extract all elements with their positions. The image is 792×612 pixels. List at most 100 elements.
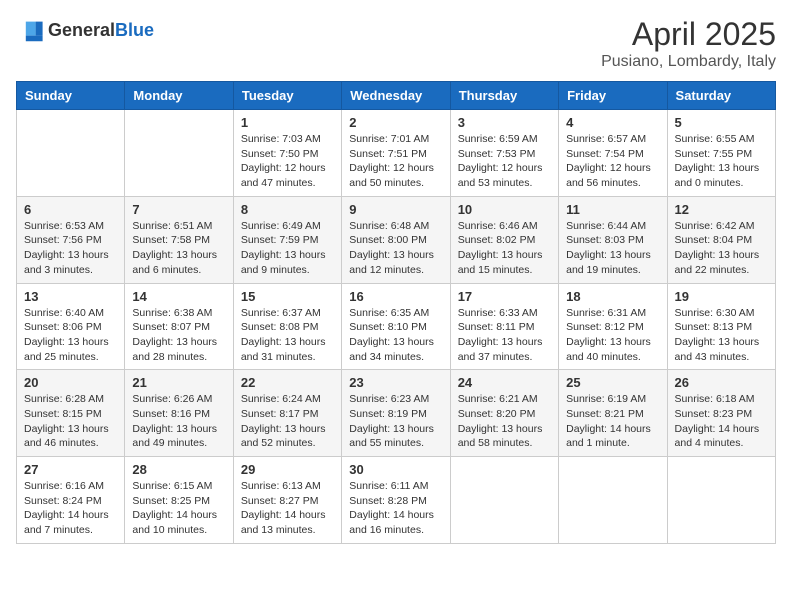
calendar-cell: 10 Sunrise: 6:46 AMSunset: 8:02 PMDayligh… xyxy=(450,196,558,283)
day-info: Sunrise: 6:19 AMSunset: 8:21 PMDaylight:… xyxy=(566,392,659,451)
logo: GeneralBlue xyxy=(16,16,154,44)
day-info: Sunrise: 6:46 AMSunset: 8:02 PMDaylight:… xyxy=(458,219,551,278)
day-number: 20 xyxy=(24,375,117,390)
day-info: Sunrise: 6:31 AMSunset: 8:12 PMDaylight:… xyxy=(566,306,659,365)
day-info: Sunrise: 6:35 AMSunset: 8:10 PMDaylight:… xyxy=(349,306,442,365)
calendar-cell: 17 Sunrise: 6:33 AMSunset: 8:11 PMDayligh… xyxy=(450,283,558,370)
day-info: Sunrise: 6:24 AMSunset: 8:17 PMDaylight:… xyxy=(241,392,334,451)
calendar-cell: 28 Sunrise: 6:15 AMSunset: 8:25 PMDayligh… xyxy=(125,457,233,544)
day-number: 12 xyxy=(675,202,768,217)
day-number: 4 xyxy=(566,115,659,130)
calendar-cell: 20 Sunrise: 6:28 AMSunset: 8:15 PMDayligh… xyxy=(17,370,125,457)
day-info: Sunrise: 6:21 AMSunset: 8:20 PMDaylight:… xyxy=(458,392,551,451)
calendar-cell: 11Sunrise: 6:44 AMSunset: 8:03 PMDayligh… xyxy=(559,196,667,283)
day-info: Sunrise: 6:37 AMSunset: 8:08 PMDaylight:… xyxy=(241,306,334,365)
calendar-cell: 1Sunrise: 7:03 AMSunset: 7:50 PMDaylight… xyxy=(233,110,341,197)
calendar-cell: 19Sunrise: 6:30 AMSunset: 8:13 PMDayligh… xyxy=(667,283,775,370)
calendar-weekday-header: Saturday xyxy=(667,82,775,110)
day-number: 5 xyxy=(675,115,768,130)
calendar-header-row: SundayMondayTuesdayWednesdayThursdayFrid… xyxy=(17,82,776,110)
day-number: 16 xyxy=(349,289,442,304)
day-info: Sunrise: 6:42 AMSunset: 8:04 PMDaylight:… xyxy=(675,219,768,278)
day-info: Sunrise: 6:28 AMSunset: 8:15 PMDaylight:… xyxy=(24,392,117,451)
page-header: GeneralBlue April 2025 Pusiano, Lombardy… xyxy=(16,16,776,71)
day-info: Sunrise: 6:57 AMSunset: 7:54 PMDaylight:… xyxy=(566,132,659,191)
location-title: Pusiano, Lombardy, Italy xyxy=(601,53,776,71)
month-title: April 2025 xyxy=(601,16,776,53)
calendar-cell: 3Sunrise: 6:59 AMSunset: 7:53 PMDaylight… xyxy=(450,110,558,197)
calendar-week-row: 27Sunrise: 6:16 AMSunset: 8:24 PMDayligh… xyxy=(17,457,776,544)
day-info: Sunrise: 6:33 AMSunset: 8:11 PMDaylight:… xyxy=(458,306,551,365)
calendar-cell: 13 Sunrise: 6:40 AMSunset: 8:06 PMDayligh… xyxy=(17,283,125,370)
day-number: 17 xyxy=(458,289,551,304)
day-number: 29 xyxy=(241,462,334,477)
calendar-week-row: 1Sunrise: 7:03 AMSunset: 7:50 PMDaylight… xyxy=(17,110,776,197)
day-info: Sunrise: 6:18 AMSunset: 8:23 PMDaylight:… xyxy=(675,392,768,451)
calendar-cell: 29 Sunrise: 6:13 AMSunset: 8:27 PMDayligh… xyxy=(233,457,341,544)
calendar-cell: 12 Sunrise: 6:42 AMSunset: 8:04 PMDayligh… xyxy=(667,196,775,283)
calendar-cell: 22 Sunrise: 6:24 AMSunset: 8:17 PMDayligh… xyxy=(233,370,341,457)
day-number: 3 xyxy=(458,115,551,130)
calendar-cell: 8 Sunrise: 6:49 AMSunset: 7:59 PMDaylight… xyxy=(233,196,341,283)
calendar-weekday-header: Monday xyxy=(125,82,233,110)
day-number: 2 xyxy=(349,115,442,130)
day-number: 28 xyxy=(132,462,225,477)
calendar-table: SundayMondayTuesdayWednesdayThursdayFrid… xyxy=(16,81,776,544)
calendar-cell xyxy=(450,457,558,544)
calendar-week-row: 20 Sunrise: 6:28 AMSunset: 8:15 PMDayligh… xyxy=(17,370,776,457)
calendar-cell: 27Sunrise: 6:16 AMSunset: 8:24 PMDayligh… xyxy=(17,457,125,544)
day-number: 11 xyxy=(566,202,659,217)
calendar-weekday-header: Friday xyxy=(559,82,667,110)
calendar-weekday-header: Sunday xyxy=(17,82,125,110)
calendar-week-row: 13 Sunrise: 6:40 AMSunset: 8:06 PMDayligh… xyxy=(17,283,776,370)
day-info: Sunrise: 6:15 AMSunset: 8:25 PMDaylight:… xyxy=(132,479,225,538)
day-number: 24 xyxy=(458,375,551,390)
day-info: Sunrise: 7:01 AMSunset: 7:51 PMDaylight:… xyxy=(349,132,442,191)
day-number: 1 xyxy=(241,115,334,130)
day-info: Sunrise: 6:38 AMSunset: 8:07 PMDaylight:… xyxy=(132,306,225,365)
logo-general: General xyxy=(48,20,115,40)
calendar-cell xyxy=(667,457,775,544)
day-info: Sunrise: 6:53 AMSunset: 7:56 PMDaylight:… xyxy=(24,219,117,278)
day-number: 6 xyxy=(24,202,117,217)
day-info: Sunrise: 6:26 AMSunset: 8:16 PMDaylight:… xyxy=(132,392,225,451)
day-info: Sunrise: 6:48 AMSunset: 8:00 PMDaylight:… xyxy=(349,219,442,278)
day-number: 13 xyxy=(24,289,117,304)
calendar-weekday-header: Thursday xyxy=(450,82,558,110)
calendar-week-row: 6 Sunrise: 6:53 AMSunset: 7:56 PMDaylight… xyxy=(17,196,776,283)
calendar-cell: 24 Sunrise: 6:21 AMSunset: 8:20 PMDayligh… xyxy=(450,370,558,457)
day-number: 23 xyxy=(349,375,442,390)
day-info: Sunrise: 6:51 AMSunset: 7:58 PMDaylight:… xyxy=(132,219,225,278)
calendar-cell: 16 Sunrise: 6:35 AMSunset: 8:10 PMDayligh… xyxy=(342,283,450,370)
day-info: Sunrise: 6:55 AMSunset: 7:55 PMDaylight:… xyxy=(675,132,768,191)
day-info: Sunrise: 6:23 AMSunset: 8:19 PMDaylight:… xyxy=(349,392,442,451)
calendar-cell: 5 Sunrise: 6:55 AMSunset: 7:55 PMDaylight… xyxy=(667,110,775,197)
calendar-cell: 15Sunrise: 6:37 AMSunset: 8:08 PMDayligh… xyxy=(233,283,341,370)
calendar-weekday-header: Tuesday xyxy=(233,82,341,110)
calendar-cell: 4 Sunrise: 6:57 AMSunset: 7:54 PMDaylight… xyxy=(559,110,667,197)
day-number: 10 xyxy=(458,202,551,217)
day-info: Sunrise: 6:40 AMSunset: 8:06 PMDaylight:… xyxy=(24,306,117,365)
calendar-cell: 6 Sunrise: 6:53 AMSunset: 7:56 PMDaylight… xyxy=(17,196,125,283)
calendar-cell: 23 Sunrise: 6:23 AMSunset: 8:19 PMDayligh… xyxy=(342,370,450,457)
calendar-weekday-header: Wednesday xyxy=(342,82,450,110)
day-number: 22 xyxy=(241,375,334,390)
calendar-cell: 7Sunrise: 6:51 AMSunset: 7:58 PMDaylight… xyxy=(125,196,233,283)
logo-icon xyxy=(16,16,44,44)
day-info: Sunrise: 6:16 AMSunset: 8:24 PMDaylight:… xyxy=(24,479,117,538)
day-number: 19 xyxy=(675,289,768,304)
day-number: 9 xyxy=(349,202,442,217)
day-number: 8 xyxy=(241,202,334,217)
calendar-cell: 21Sunrise: 6:26 AMSunset: 8:16 PMDayligh… xyxy=(125,370,233,457)
day-number: 14 xyxy=(132,289,225,304)
calendar-cell: 30Sunrise: 6:11 AMSunset: 8:28 PMDayligh… xyxy=(342,457,450,544)
day-info: Sunrise: 6:49 AMSunset: 7:59 PMDaylight:… xyxy=(241,219,334,278)
calendar-cell: 14 Sunrise: 6:38 AMSunset: 8:07 PMDayligh… xyxy=(125,283,233,370)
day-number: 26 xyxy=(675,375,768,390)
calendar-cell xyxy=(17,110,125,197)
calendar-cell: 26 Sunrise: 6:18 AMSunset: 8:23 PMDayligh… xyxy=(667,370,775,457)
calendar-cell: 9 Sunrise: 6:48 AMSunset: 8:00 PMDaylight… xyxy=(342,196,450,283)
day-info: Sunrise: 6:13 AMSunset: 8:27 PMDaylight:… xyxy=(241,479,334,538)
calendar-cell: 25Sunrise: 6:19 AMSunset: 8:21 PMDayligh… xyxy=(559,370,667,457)
calendar-cell xyxy=(125,110,233,197)
